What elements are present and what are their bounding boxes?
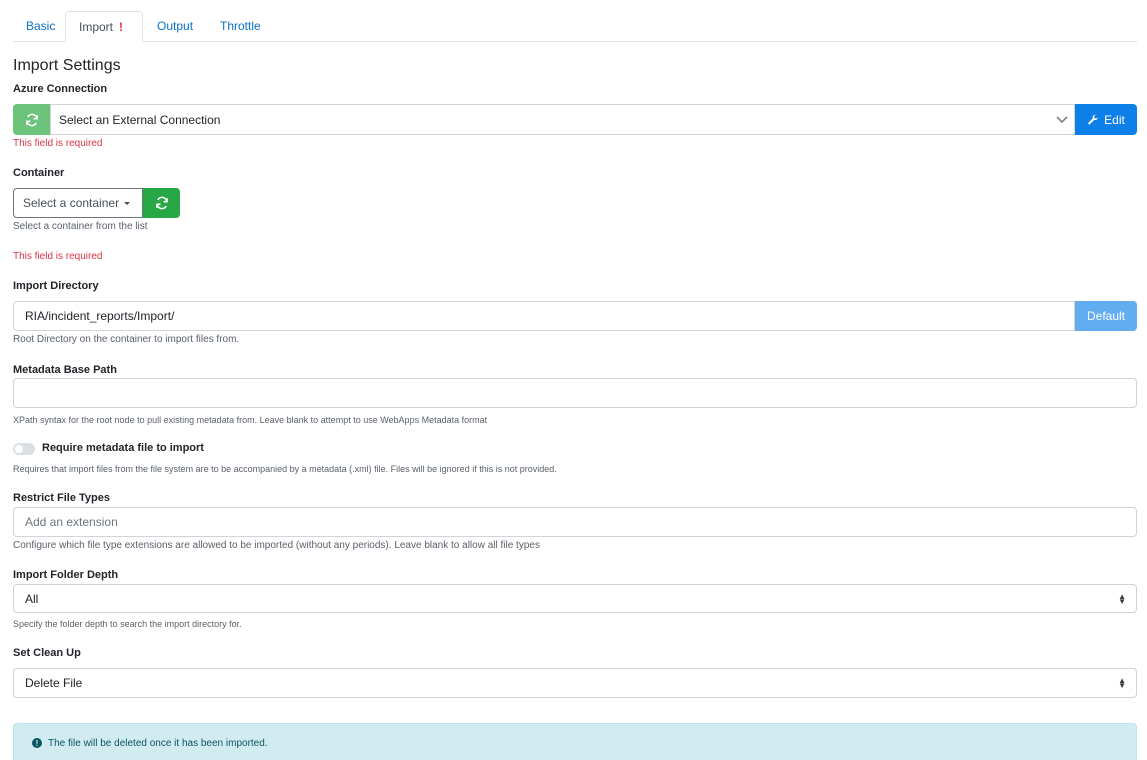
- caret-down-icon: [124, 201, 131, 205]
- default-button-label: Default: [1086, 309, 1126, 323]
- tab-basic[interactable]: Basic: [13, 11, 68, 42]
- clean-up-value: Delete File: [25, 676, 83, 690]
- container-error: This field is required: [13, 251, 103, 262]
- azure-connection-error: This field is required: [13, 138, 103, 149]
- clean-up-label: Set Clean Up: [13, 647, 81, 659]
- restrict-file-types-label: Restrict File Types: [13, 492, 110, 504]
- container-help: Select a container from the list: [13, 221, 148, 232]
- toggle-knob: [15, 445, 23, 453]
- azure-connection-label: Azure Connection: [13, 83, 108, 95]
- metadata-base-path-label: Metadata Base Path: [13, 364, 117, 376]
- alert-icon: !: [119, 20, 124, 34]
- import-directory-help: Root Directory on the container to impor…: [13, 334, 240, 345]
- edit-button-label: Edit: [1104, 112, 1125, 127]
- tab-throttle-label: Throttle: [220, 19, 261, 33]
- import-folder-depth-label: Import Folder Depth: [13, 569, 119, 581]
- metadata-base-path-help: XPath syntax for the root node to pull e…: [13, 415, 488, 425]
- tab-throttle[interactable]: Throttle: [207, 11, 274, 42]
- tab-import-label: Import: [79, 20, 114, 34]
- file-extension-placeholder: Add an extension: [25, 515, 118, 529]
- clean-up-select[interactable]: Delete File ▲ ▼: [13, 668, 1137, 698]
- refresh-icon: [155, 196, 168, 210]
- import-folder-depth-help: Specify the folder depth to search the i…: [13, 619, 242, 629]
- info-circle-icon: !: [32, 738, 42, 748]
- tab-output-label: Output: [157, 19, 194, 33]
- azure-connection-select[interactable]: Select an External Connection: [50, 104, 1075, 135]
- refresh-connections-button[interactable]: [13, 104, 50, 135]
- select-arrows-icon: ▲ ▼: [1118, 591, 1126, 606]
- info-alert: ! The file will be deleted once it has b…: [13, 723, 1137, 760]
- require-metadata-label: Require metadata file to import: [42, 442, 204, 454]
- import-directory-input[interactable]: RIA/incident_reports/Import/: [13, 301, 1075, 331]
- import-directory-value: RIA/incident_reports/Import/: [25, 309, 175, 323]
- container-dropdown-label: Select a container: [23, 196, 120, 210]
- edit-connection-button[interactable]: Edit: [1075, 104, 1137, 135]
- container-label: Container: [13, 167, 65, 179]
- tab-basic-label: Basic: [26, 19, 56, 33]
- file-extension-input[interactable]: Add an extension: [13, 507, 1137, 537]
- azure-connection-value: Select an External Connection: [59, 112, 221, 127]
- wrench-icon: [1088, 114, 1099, 124]
- restrict-file-types-help: Configure which file type extensions are…: [13, 540, 540, 551]
- import-folder-depth-select[interactable]: All ▲ ▼: [13, 584, 1137, 613]
- refresh-containers-button[interactable]: [143, 188, 180, 218]
- default-directory-button[interactable]: Default: [1075, 301, 1137, 331]
- page-title: Import Settings: [13, 57, 121, 74]
- tab-output[interactable]: Output: [144, 11, 206, 42]
- metadata-base-path-input[interactable]: [13, 378, 1137, 408]
- select-arrows-icon: ▲ ▼: [1118, 676, 1126, 690]
- chevron-down-icon: [1056, 116, 1068, 124]
- container-dropdown[interactable]: Select a container: [13, 188, 143, 218]
- settings-tabs: Basic Import! Output Throttle: [13, 11, 1137, 42]
- info-alert-text: The file will be deleted once it has bee…: [48, 737, 268, 749]
- import-folder-depth-value: All: [25, 591, 39, 606]
- require-metadata-toggle[interactable]: [13, 443, 35, 455]
- refresh-icon: [25, 113, 38, 126]
- require-metadata-help: Requires that import files from the file…: [13, 464, 557, 474]
- tab-import[interactable]: Import!: [65, 11, 143, 42]
- import-directory-label: Import Directory: [13, 280, 99, 292]
